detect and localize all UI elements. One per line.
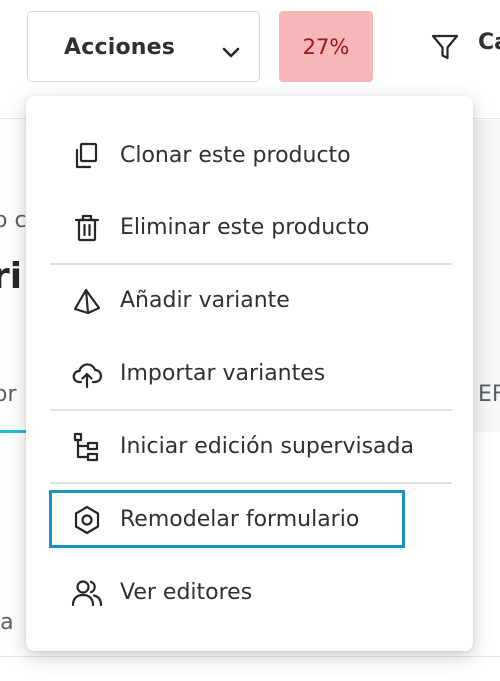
background-tab-fragment[interactable]: or: [0, 382, 17, 407]
clone-icon: [71, 140, 103, 172]
workflow-tree-icon: [71, 431, 103, 463]
menu-item-view-editors[interactable]: Ver editores: [26, 562, 473, 624]
cloud-upload-icon: [71, 358, 103, 390]
chevron-down-icon: [221, 46, 241, 60]
menu-item-supervised-edit[interactable]: Iniciar edición supervisada: [26, 416, 473, 478]
menu-item-add-variant[interactable]: Añadir variante: [26, 270, 473, 332]
users-icon: [71, 577, 103, 609]
bottom-divider: [0, 656, 500, 657]
menu-separator: [50, 263, 452, 265]
actions-label: Acciones: [64, 35, 176, 60]
actions-dropdown-button[interactable]: Acciones: [27, 11, 260, 82]
menu-separator: [50, 409, 452, 411]
menu-item-reshape-form[interactable]: Remodelar formulario: [26, 489, 473, 551]
add-variant-icon: [71, 285, 103, 317]
menu-separator: [50, 482, 452, 484]
menu-item-import-variants[interactable]: Importar variantes: [26, 343, 473, 405]
background-heading-fragment: ri: [0, 256, 23, 297]
filter-icon[interactable]: [430, 32, 460, 62]
menu-item-label: Ver editores: [120, 580, 253, 605]
actions-dropdown-menu: Clonar este producto Eliminar este produ…: [26, 96, 473, 651]
menu-item-delete[interactable]: Eliminar este producto: [26, 197, 473, 259]
completion-badge: 27%: [279, 11, 373, 82]
background-text-fragment: o c: [0, 208, 27, 233]
menu-item-label: Remodelar formulario: [120, 507, 360, 532]
menu-item-clone[interactable]: Clonar este producto: [26, 125, 473, 187]
menu-item-label: Clonar este producto: [120, 143, 351, 168]
filter-label[interactable]: Ca: [478, 30, 500, 55]
background-tab-fragment-right[interactable]: EF: [478, 382, 500, 407]
menu-item-label: Añadir variante: [120, 288, 290, 313]
trash-icon: [71, 212, 103, 244]
menu-item-label: Iniciar edición supervisada: [120, 434, 414, 459]
background-text-fragment-bottom: ia: [0, 610, 14, 635]
menu-item-label: Importar variantes: [120, 361, 326, 386]
menu-item-label: Eliminar este producto: [120, 215, 370, 240]
hexagon-settings-icon: [71, 504, 103, 536]
active-tab-underline: [0, 430, 26, 433]
